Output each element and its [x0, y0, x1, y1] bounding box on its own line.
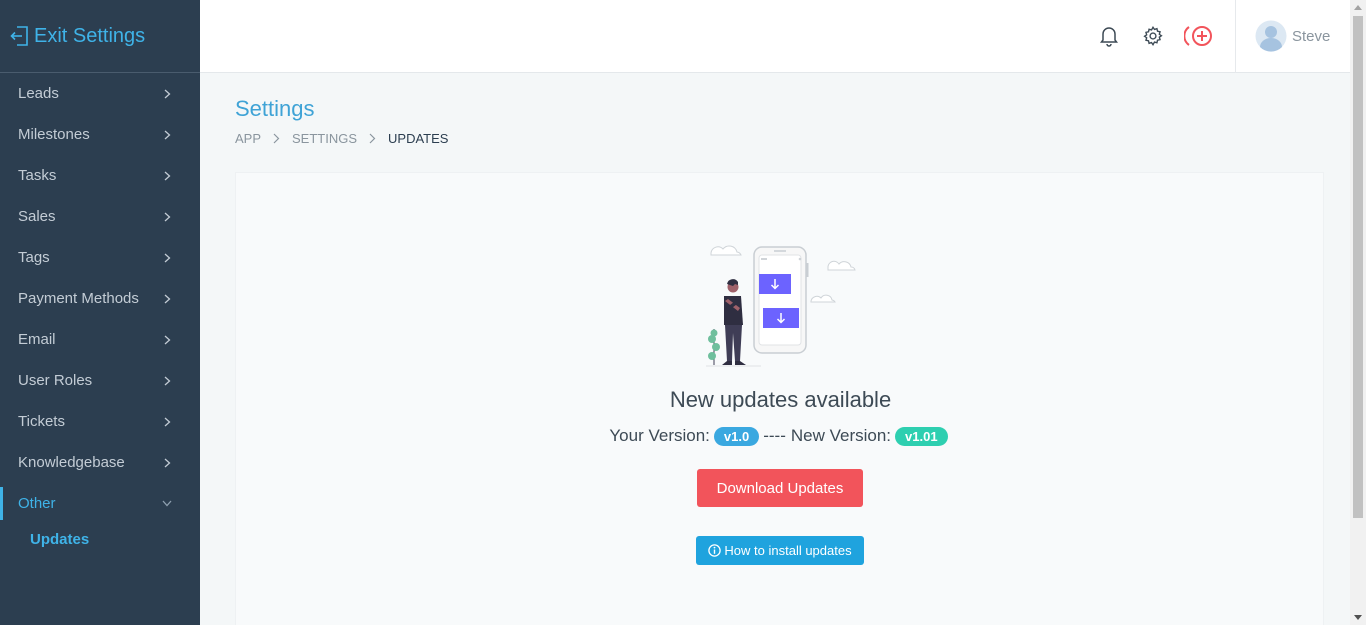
updates-card: New updates available Your Version: v1.0…	[235, 172, 1324, 625]
download-updates-button[interactable]: Download Updates	[697, 469, 863, 507]
avatar	[1255, 20, 1287, 52]
chevron-right-icon	[369, 133, 376, 144]
sidebar-item-label: User Roles	[18, 372, 93, 389]
sidebar-item-label: Tickets	[18, 413, 65, 430]
sidebar-item-knowledgebase[interactable]: Knowledgebase	[0, 442, 200, 483]
sidebar-item-label: Milestones	[18, 126, 90, 143]
exit-settings-label: Exit Settings	[34, 24, 146, 47]
sidebar-subitem-updates[interactable]: Updates	[0, 524, 200, 554]
exit-icon	[10, 26, 28, 46]
page-scrollbar[interactable]	[1350, 0, 1366, 625]
page-title: Settings	[235, 96, 315, 121]
how-to-install-label: How to install updates	[724, 543, 852, 558]
bell-icon[interactable]	[1095, 22, 1123, 50]
sidebar-item-label: Knowledgebase	[18, 454, 125, 471]
sidebar-item-milestones[interactable]: Milestones	[0, 114, 200, 155]
sidebar-item-tags[interactable]: Tags	[0, 237, 200, 278]
sidebar-item-label: Tasks	[18, 167, 57, 184]
sidebar-item-sales[interactable]: Sales	[0, 196, 200, 237]
chevron-down-icon	[162, 499, 172, 509]
chevron-right-icon	[162, 212, 172, 222]
breadcrumb-updates: UPDATES	[388, 131, 449, 146]
download-updates-label: Download Updates	[716, 479, 844, 497]
chevron-right-icon	[162, 376, 172, 386]
chevron-right-icon	[162, 294, 172, 304]
your-version-label: Your Version:	[609, 426, 710, 445]
scroll-down-icon[interactable]	[1354, 615, 1362, 620]
chevron-right-icon	[162, 171, 172, 181]
sidebar-item-tasks[interactable]: Tasks	[0, 155, 200, 196]
add-circle-icon[interactable]	[1183, 22, 1217, 50]
info-icon	[708, 544, 722, 557]
sidebar-item-label: Tags	[18, 249, 50, 266]
sidebar-item-payment-methods[interactable]: Payment Methods	[0, 278, 200, 319]
sidebar-item-label: Email	[18, 331, 56, 348]
version-line: Your Version: v1.0 ---- New Version: v1.…	[236, 426, 1325, 446]
updates-heading: New updates available	[669, 387, 892, 412]
breadcrumb-settings[interactable]: SETTINGS	[292, 131, 357, 146]
sidebar-item-label: Leads	[18, 85, 59, 102]
gear-icon[interactable]	[1139, 22, 1167, 50]
chevron-right-icon	[273, 133, 280, 144]
breadcrumb-app[interactable]: APP	[235, 131, 261, 146]
your-version-badge: v1.0	[713, 426, 760, 446]
sidebar-item-label: Payment Methods	[18, 290, 139, 307]
sidebar-item-label: Other	[18, 495, 56, 512]
sidebar-item-email[interactable]: Email	[0, 319, 200, 360]
header-divider	[1235, 0, 1236, 73]
chevron-right-icon	[162, 253, 172, 263]
sidebar: Exit Settings Leads Milestones Tasks Sal…	[0, 0, 200, 625]
chevron-right-icon	[162, 458, 172, 468]
how-to-install-button[interactable]: How to install updates	[696, 536, 864, 565]
chevron-right-icon	[162, 89, 172, 99]
sidebar-subitem-label: Updates	[30, 530, 90, 548]
top-header: Steve	[200, 0, 1350, 73]
sidebar-item-label: Sales	[18, 208, 56, 225]
sidebar-item-leads[interactable]: Leads	[0, 73, 200, 114]
exit-settings-link[interactable]: Exit Settings	[10, 25, 145, 48]
breadcrumb: APP SETTINGS UPDATES	[235, 131, 448, 146]
chevron-right-icon	[162, 335, 172, 345]
new-version-label: New Version:	[790, 426, 892, 445]
user-menu[interactable]: Steve	[1255, 20, 1330, 52]
sidebar-item-tickets[interactable]: Tickets	[0, 401, 200, 442]
scroll-up-icon[interactable]	[1354, 5, 1362, 10]
sidebar-header: Exit Settings	[0, 0, 200, 73]
chevron-right-icon	[162, 417, 172, 427]
update-illustration	[706, 245, 856, 367]
sidebar-item-other[interactable]: Other	[0, 483, 200, 524]
sidebar-item-user-roles[interactable]: User Roles	[0, 360, 200, 401]
user-name: Steve	[1292, 27, 1331, 45]
chevron-right-icon	[162, 130, 172, 140]
new-version-badge: v1.01	[895, 426, 948, 446]
scrollbar-thumb[interactable]	[1353, 16, 1363, 518]
sidebar-nav: Leads Milestones Tasks Sales Tags Paymen…	[0, 73, 200, 554]
version-separator: ----	[763, 426, 786, 445]
